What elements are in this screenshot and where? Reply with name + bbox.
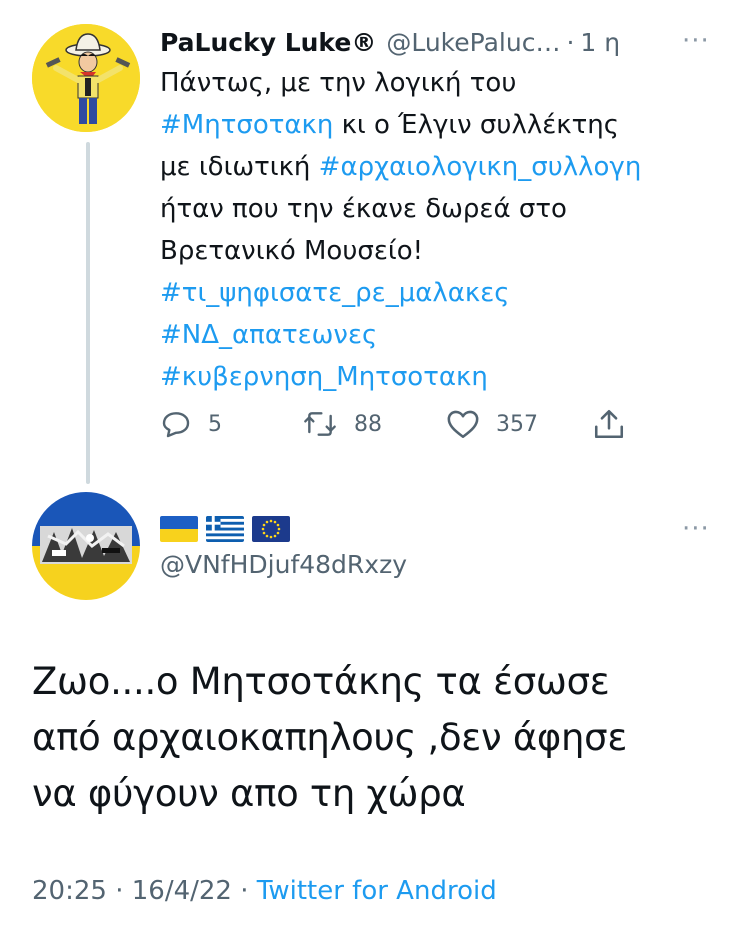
like-count: 357 [496, 411, 538, 437]
ukraine-flag-icon [160, 516, 198, 542]
guernica-ukraine-avatar-icon [32, 492, 140, 600]
tweet-more-options-icon[interactable]: ··· [682, 514, 710, 544]
retweet-count: 88 [354, 411, 382, 437]
hashtag-link[interactable]: #κυβερνηση_Μητσοτακη [160, 362, 488, 392]
cowboy-cartoon-avatar-icon [32, 24, 140, 132]
main-tweet-line: να φύγουν απο τη χώρα [32, 772, 466, 815]
hashtag-link[interactable]: #Μητσοτακη [160, 110, 333, 140]
reply-text-segment: κι ο Έλγιν συλλέκτης [333, 110, 619, 140]
hashtag-link[interactable]: #τι_ψηφισατε_ρε_μαλακες [160, 278, 510, 308]
reply-text-line: #ΝΔ_απατεωνες [160, 314, 730, 356]
reply-avatar[interactable] [32, 24, 140, 132]
reply-count: 5 [208, 411, 222, 437]
reply-text-segment: Πάντως, με την λογική του [160, 68, 517, 98]
reply-timestamp[interactable]: 1 η [580, 28, 620, 57]
like-action-button[interactable]: 357 [446, 408, 538, 440]
retweet-action-button[interactable]: 88 [302, 408, 382, 440]
reply-tweet-text: Πάντως, με την λογική του #Μητσοτακη κι ο… [160, 62, 730, 398]
main-tweet-text: Ζωο....ο Μητσοτάκης τα έσωσε από αρχαιοκ… [32, 654, 732, 822]
reply-display-name[interactable]: PaLucky Luke® [160, 28, 376, 57]
reply-text-line: #τι_ψηφισατε_ρε_μαλακες [160, 272, 730, 314]
eu-flag-icon [252, 516, 290, 542]
tweet-source-link[interactable]: Twitter for Android [257, 876, 497, 906]
reply-handle[interactable]: @LukePaluc… [386, 28, 560, 57]
author-handle[interactable]: @VNfHDjuf48dRxzy [160, 550, 407, 579]
tweet-meta: 20:25 · 16/4/22 · Twitter for Android [32, 876, 497, 906]
reply-text-line: #Μητσοτακη κι ο Έλγιν συλλέκτης [160, 104, 730, 146]
reply-text-segment: ήταν που την έκανε δωρεά στο [160, 194, 567, 224]
reply-header: PaLucky Luke® @LukePaluc… · 1 η [160, 24, 620, 60]
retweet-icon [304, 412, 336, 436]
meta-separator: · [115, 876, 124, 906]
hashtag-link[interactable]: #αρχαιολογικη_συλλογη [319, 152, 642, 182]
thread-connector-line [86, 142, 90, 484]
reply-text-line: Πάντως, με την λογική του [160, 62, 730, 104]
reply-text-line: #κυβερνηση_Μητσοτακη [160, 356, 730, 398]
reply-text-line: με ιδιωτική #αρχαιολογικη_συλλογη [160, 146, 730, 188]
meta-separator: · [240, 876, 249, 906]
reply-separator: · [566, 27, 575, 57]
reply-text-line: Βρετανικό Μουσείο! [160, 230, 730, 272]
author-display-name[interactable] [160, 512, 298, 546]
reply-action-button[interactable]: 5 [160, 408, 222, 440]
share-icon [594, 409, 624, 439]
reply-text-line: ήταν που την έκανε δωρεά στο [160, 188, 730, 230]
share-action-button[interactable] [592, 406, 626, 446]
greece-flag-icon [206, 516, 244, 542]
reply-text-segment: με ιδιωτική [160, 152, 319, 182]
author-avatar[interactable] [32, 492, 140, 600]
tweet-date: 16/4/22 [131, 876, 232, 906]
reply-more-options-icon[interactable]: ··· [682, 26, 710, 56]
reply-bubble-icon [162, 412, 190, 438]
main-tweet-line: Ζωο....ο Μητσοτάκης τα έσωσε [32, 660, 610, 703]
reply-text-segment: Βρετανικό Μουσείο! [160, 236, 424, 266]
tweet-time: 20:25 [32, 876, 107, 906]
main-tweet-line: από αρχαιοκαπηλους ,δεν άφησε [32, 716, 628, 759]
heart-icon [447, 410, 479, 439]
hashtag-link[interactable]: #ΝΔ_απατεωνες [160, 320, 377, 350]
